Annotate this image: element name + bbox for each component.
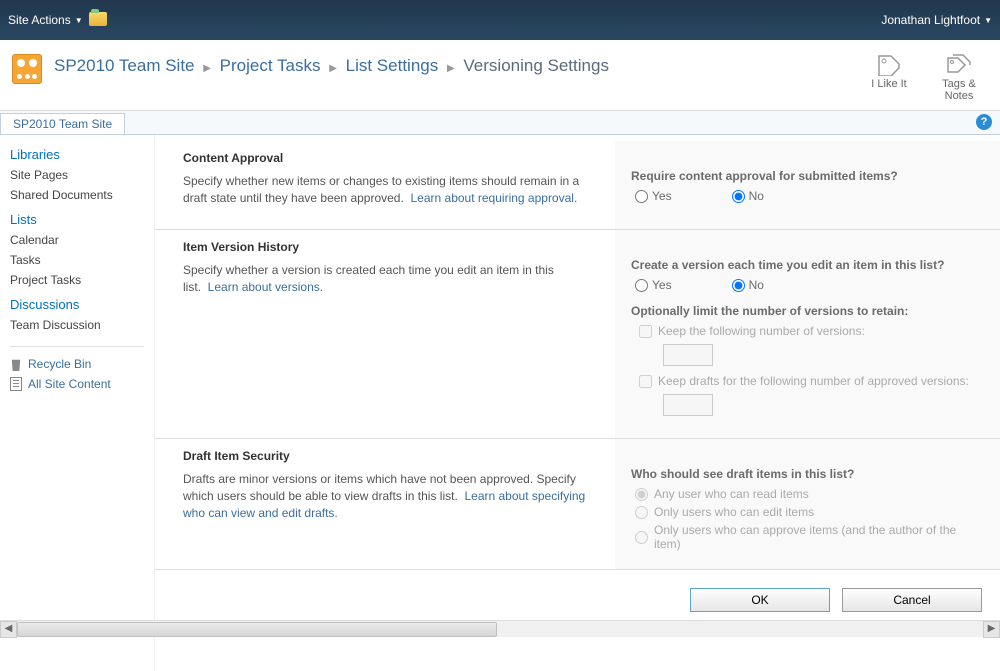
history-no-option[interactable]: No (732, 278, 764, 292)
scrollbar-track[interactable] (17, 621, 983, 638)
draft-question: Who should see draft items in this list? (631, 467, 984, 481)
limit-label: Optionally limit the number of versions … (631, 304, 984, 318)
breadcrumb-separator-icon: ▶ (447, 63, 455, 74)
nav-item-recycle-bin[interactable]: Recycle Bin (10, 357, 144, 371)
history-yes-option[interactable]: Yes (635, 278, 672, 292)
ribbon-bar: Site Actions ▼ Jonathan Lightfoot ▼ (0, 0, 1000, 40)
draft-opt1-radio[interactable] (635, 488, 648, 501)
folder-icon (89, 12, 107, 26)
site-logo-icon[interactable] (12, 54, 42, 84)
i-like-it-button[interactable]: I Like It (864, 54, 914, 102)
section-title: Draft Item Security (183, 449, 597, 463)
keep-versions-input[interactable] (663, 344, 713, 366)
body-area: Libraries Site Pages Shared Documents Li… (0, 135, 1000, 671)
nav-item-all-site-content[interactable]: All Site Content (10, 377, 144, 391)
history-yes-radio[interactable] (635, 279, 648, 292)
draft-opt3-radio[interactable] (635, 531, 648, 544)
nav-item-shared-documents[interactable]: Shared Documents (10, 188, 144, 202)
approval-question: Require content approval for submitted i… (631, 169, 984, 183)
site-actions-menu[interactable]: Site Actions ▼ (8, 13, 83, 27)
tab-site-home[interactable]: SP2010 Team Site (0, 113, 125, 134)
chevron-down-icon: ▼ (984, 16, 992, 25)
section-description: Drafts are minor versions or items which… (183, 471, 597, 521)
section-description: Specify whether a version is created eac… (183, 262, 597, 296)
tag-icon (877, 54, 901, 76)
approval-no-option[interactable]: No (732, 189, 764, 203)
nav-item-tasks[interactable]: Tasks (10, 253, 144, 267)
keep-drafts-option: Keep drafts for the following number of … (639, 374, 984, 388)
recycle-bin-icon (10, 357, 22, 371)
keep-drafts-checkbox[interactable] (639, 375, 652, 388)
keep-drafts-input[interactable] (663, 394, 713, 416)
draft-opt2-radio[interactable] (635, 506, 648, 519)
all-content-label: All Site Content (28, 377, 111, 391)
site-actions-label: Site Actions (8, 13, 71, 27)
breadcrumb-list-link[interactable]: Project Tasks (220, 56, 321, 75)
tab-strip: SP2010 Team Site ? (0, 111, 1000, 135)
keep-versions-checkbox[interactable] (639, 325, 652, 338)
keep-versions-label: Keep the following number of versions: (658, 324, 865, 338)
chevron-down-icon: ▼ (75, 16, 83, 25)
history-question: Create a version each time you edit an i… (631, 258, 984, 272)
section-draft-security: Draft Item Security Drafts are minor ver… (155, 439, 1000, 570)
settings-form: Content Approval Specify whether new ite… (155, 135, 1000, 671)
user-menu[interactable]: Jonathan Lightfoot ▼ (881, 13, 992, 27)
tags-label: Tags & Notes (942, 78, 976, 102)
nav-item-site-pages[interactable]: Site Pages (10, 168, 144, 182)
draft-opt1[interactable]: Any user who can read items (635, 487, 984, 501)
section-description: Specify whether new items or changes to … (183, 173, 597, 207)
tags-notes-button[interactable]: Tags & Notes (934, 54, 984, 102)
quick-launch-nav: Libraries Site Pages Shared Documents Li… (0, 135, 155, 671)
learn-approval-link[interactable]: Learn about requiring approval. (411, 191, 578, 205)
breadcrumb-site-link[interactable]: SP2010 Team Site (54, 56, 195, 75)
all-content-icon (10, 377, 22, 391)
page-header: SP2010 Team Site ▶ Project Tasks ▶ List … (0, 40, 1000, 111)
approval-no-radio[interactable] (732, 190, 745, 203)
nav-item-team-discussion[interactable]: Team Discussion (10, 318, 144, 332)
recycle-bin-label: Recycle Bin (28, 357, 91, 371)
section-version-history: Item Version History Specify whether a v… (155, 230, 1000, 439)
horizontal-scrollbar[interactable]: ◀ ▶ (0, 620, 1000, 637)
like-label: I Like It (871, 78, 906, 90)
nav-header-lists[interactable]: Lists (10, 212, 144, 227)
approval-yes-radio[interactable] (635, 190, 648, 203)
breadcrumb-settings-link[interactable]: List Settings (346, 56, 439, 75)
breadcrumb-separator-icon: ▶ (329, 63, 337, 74)
help-icon[interactable]: ? (976, 114, 992, 130)
keep-drafts-label: Keep drafts for the following number of … (658, 374, 969, 388)
navigate-up-icon[interactable] (89, 12, 107, 29)
cancel-button[interactable]: Cancel (842, 588, 982, 612)
breadcrumb-current: Versioning Settings (463, 56, 609, 75)
scroll-right-button[interactable]: ▶ (983, 621, 1000, 638)
tags-icon (947, 54, 971, 76)
history-no-radio[interactable] (732, 279, 745, 292)
scrollbar-thumb[interactable] (17, 622, 497, 637)
nav-header-discussions[interactable]: Discussions (10, 297, 144, 312)
ok-button[interactable]: OK (690, 588, 830, 612)
nav-divider (10, 346, 144, 347)
nav-header-libraries[interactable]: Libraries (10, 147, 144, 162)
nav-item-project-tasks[interactable]: Project Tasks (10, 273, 144, 287)
learn-versions-link[interactable]: Learn about versions. (208, 280, 323, 294)
section-title: Content Approval (183, 151, 597, 165)
social-actions: I Like It Tags & Notes (864, 54, 988, 102)
breadcrumb-separator-icon: ▶ (203, 63, 211, 74)
draft-opt3[interactable]: Only users who can approve items (and th… (635, 523, 984, 551)
keep-versions-option: Keep the following number of versions: (639, 324, 984, 338)
breadcrumb: SP2010 Team Site ▶ Project Tasks ▶ List … (54, 54, 864, 76)
section-title: Item Version History (183, 240, 597, 254)
section-content-approval: Content Approval Specify whether new ite… (155, 141, 1000, 230)
nav-item-calendar[interactable]: Calendar (10, 233, 144, 247)
user-name-label: Jonathan Lightfoot (881, 13, 980, 27)
draft-opt2[interactable]: Only users who can edit items (635, 505, 984, 519)
scroll-left-button[interactable]: ◀ (0, 621, 17, 638)
approval-yes-option[interactable]: Yes (635, 189, 672, 203)
